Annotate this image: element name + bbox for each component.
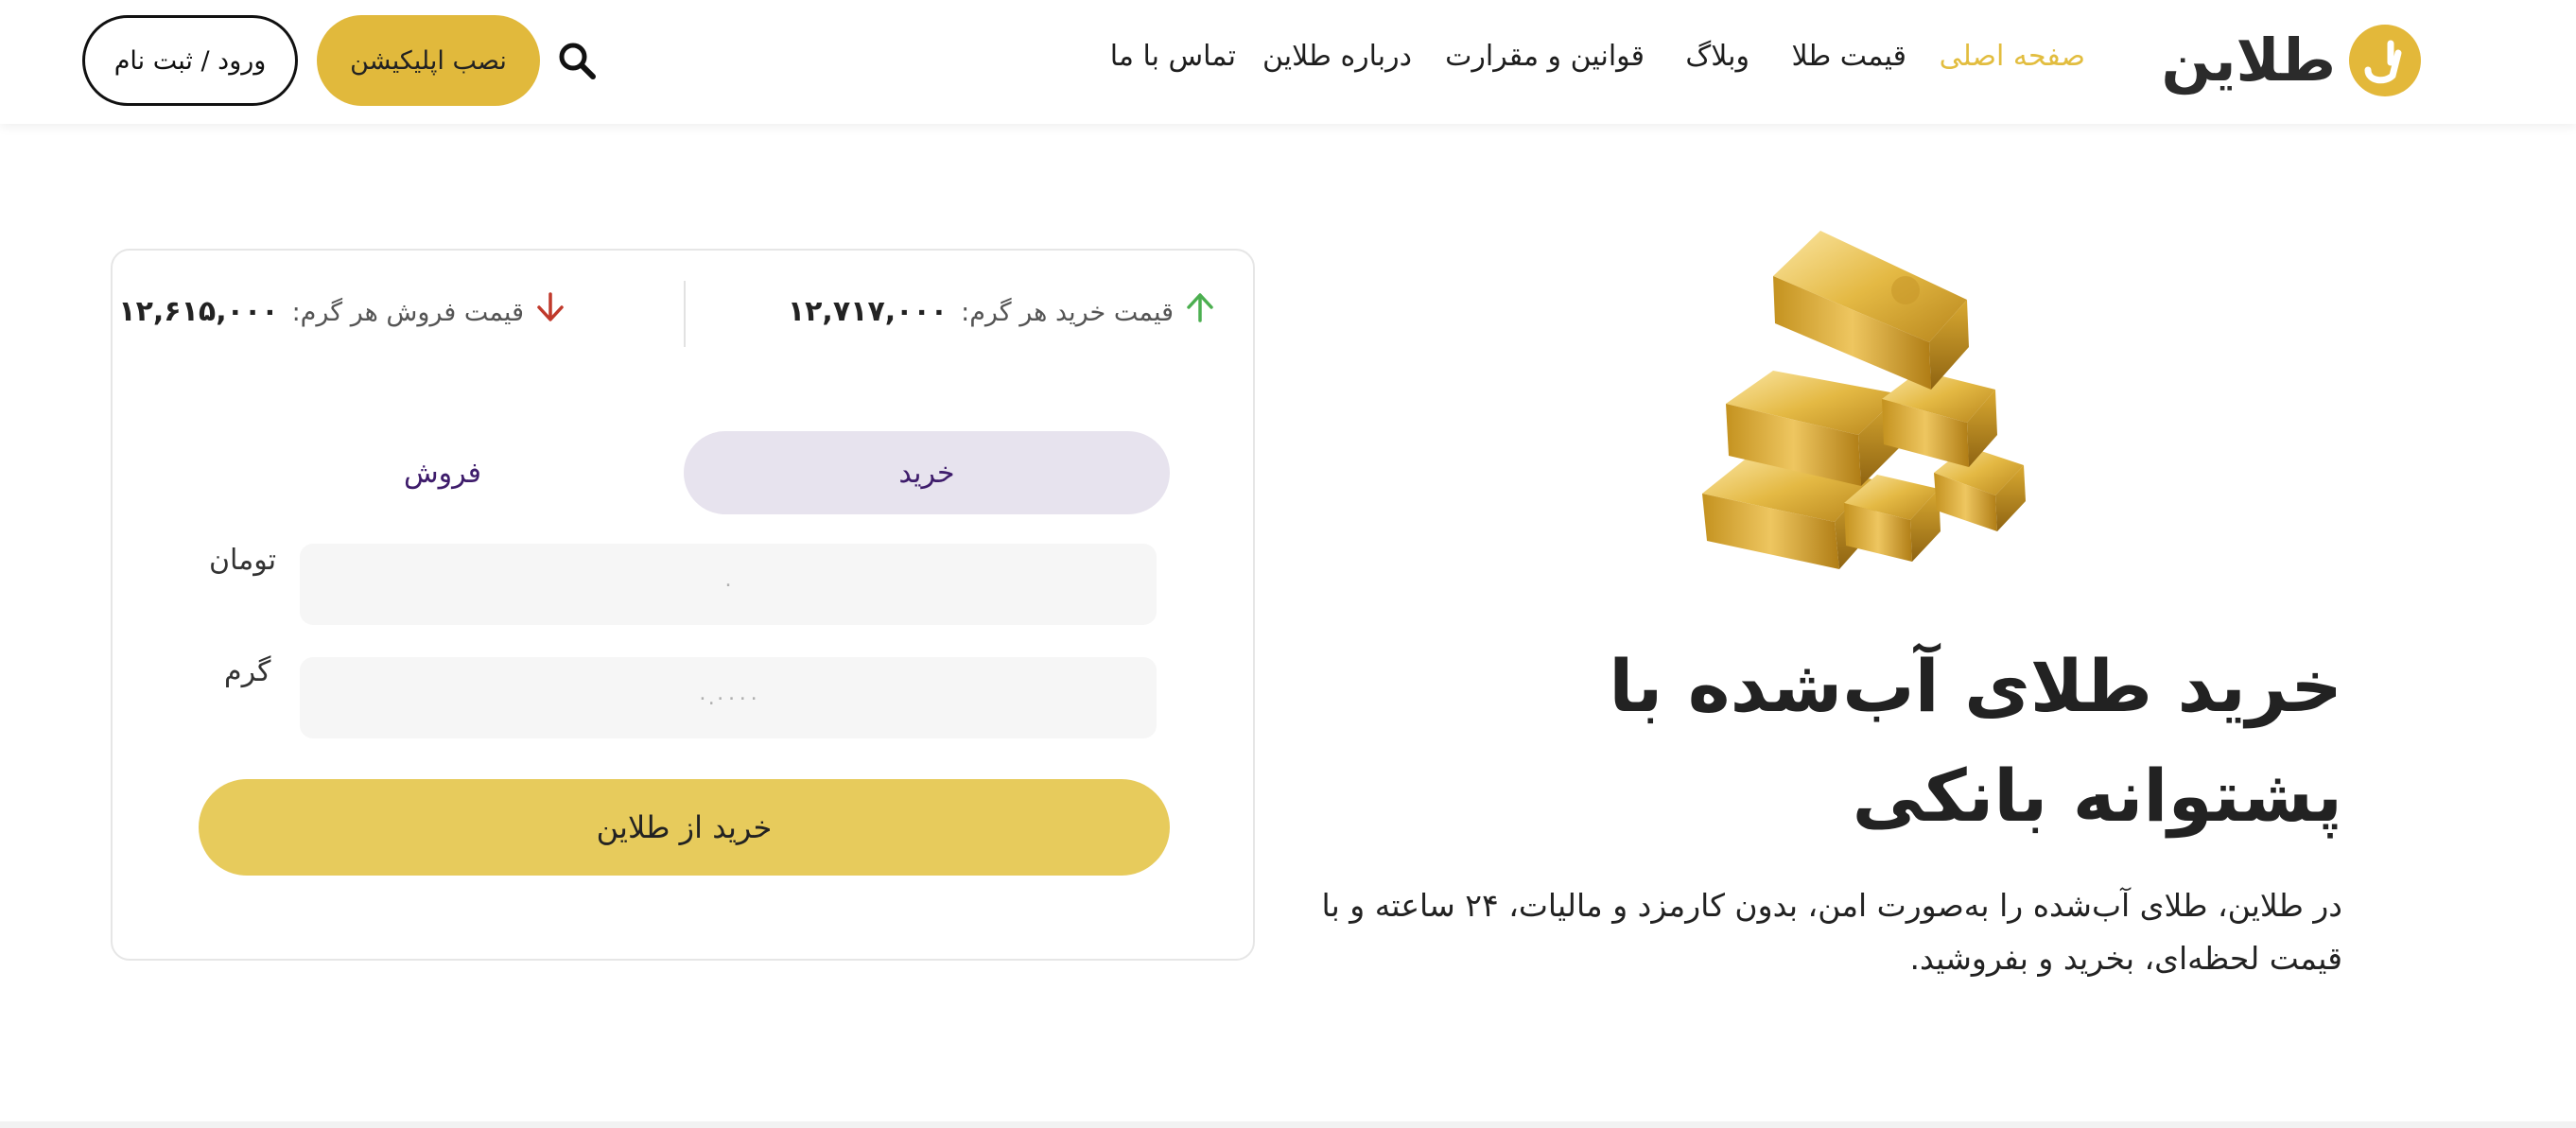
gram-label: گرم	[224, 655, 271, 688]
tab-buy[interactable]: خرید	[684, 431, 1170, 514]
toman-label: تومان	[209, 544, 277, 577]
logo-mark-icon	[2349, 25, 2421, 96]
search-icon[interactable]	[556, 40, 598, 81]
gram-input[interactable]	[300, 657, 1157, 738]
section-divider	[0, 1121, 2576, 1128]
hero-title: خرید طلای آب‌شده با پشتوانه بانکی	[1609, 644, 2342, 838]
trade-card: قیمت خرید هر گرم: ۱۲,۷۱۷,۰۰۰ قیمت فروش هر…	[111, 249, 1255, 961]
nav-rules[interactable]: قوانین و مقرارت	[1445, 34, 1645, 79]
buy-price-label: قیمت خرید هر گرم:	[961, 298, 1174, 327]
sell-price-label: قیمت فروش هر گرم:	[291, 298, 524, 327]
price-divider	[684, 281, 686, 347]
sell-price-value: ۱۲,۶۱۵,۰۰۰	[118, 295, 279, 328]
logo[interactable]: طلاین	[2161, 21, 2421, 100]
nav-about[interactable]: درباره طلاین	[1262, 34, 1412, 79]
arrow-down-icon	[533, 290, 567, 343]
tab-sell[interactable]: فروش	[200, 431, 686, 514]
toman-input[interactable]	[300, 544, 1157, 625]
nav-gold-price[interactable]: قیمت طلا	[1791, 34, 1906, 79]
nav-home[interactable]: صفحه اصلی	[1940, 34, 2085, 79]
gold-bar-middle-right	[1882, 371, 1997, 467]
gold-bar-top	[1773, 231, 1969, 390]
login-register-button[interactable]: ورود / ثبت نام	[82, 15, 298, 106]
logo-text: طلاین	[2161, 26, 2338, 95]
gold-bars-image	[1683, 219, 2062, 598]
arrow-up-icon	[1183, 290, 1217, 343]
hero-description: در طلاین، طلای آب‌شده را به‌صورت امن، بد…	[1321, 887, 2342, 977]
buy-price-value: ۱۲,۷۱۷,۰۰۰	[787, 295, 949, 328]
site-header: طلاین صفحه اصلی قیمت طلا وبلاگ قوانین و …	[0, 0, 2576, 124]
sell-price: قیمت فروش هر گرم: ۱۲,۶۱۵,۰۰۰	[118, 288, 567, 336]
nav-contact[interactable]: تماس با ما	[1110, 34, 1236, 79]
nav-blog[interactable]: وبلاگ	[1685, 34, 1749, 79]
buy-price: قیمت خرید هر گرم: ۱۲,۷۱۷,۰۰۰	[788, 288, 1217, 336]
buy-from-talain-button[interactable]: خرید از طلاین	[199, 779, 1170, 876]
install-app-button[interactable]: نصب اپلیکیشن	[317, 15, 540, 106]
